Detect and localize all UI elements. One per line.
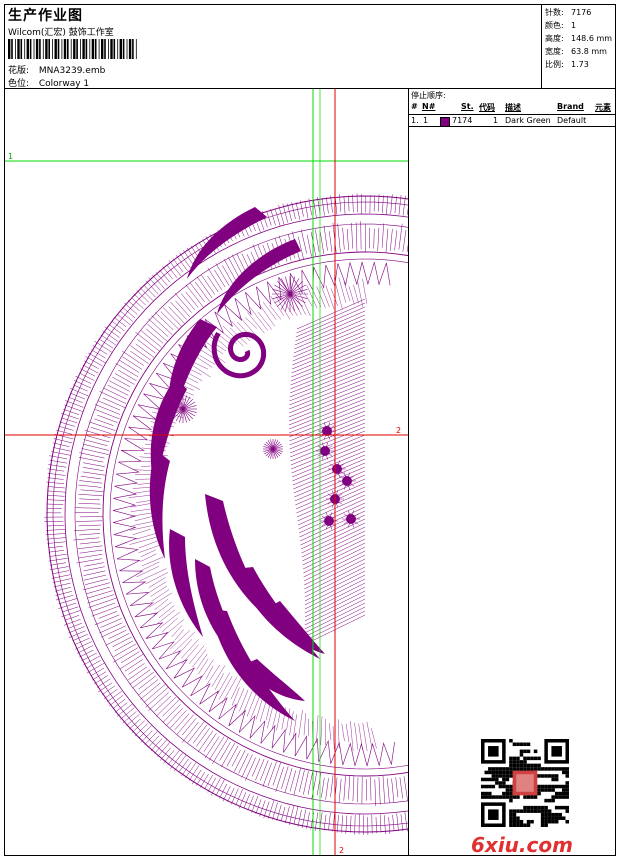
stat-stitches: 针数: 7176	[545, 7, 591, 18]
col-element: 元素	[595, 103, 611, 112]
qr-code	[481, 739, 569, 827]
row-brand: Default	[557, 116, 587, 125]
stat-value: 1.73	[571, 60, 589, 69]
col-index: #	[411, 102, 418, 111]
stat-value: 148.6 mm	[571, 34, 613, 43]
design-row: 花版: MNA3239.emb	[8, 63, 105, 76]
guide-label-h2: 2	[396, 426, 401, 435]
stat-width: 宽度: 63.8 mm	[545, 46, 607, 57]
stat-label: 针数:	[545, 8, 564, 17]
col-code: 代码	[479, 103, 495, 112]
design-label: 花版:	[8, 66, 30, 76]
design-value: MNA3239.emb	[38, 66, 106, 76]
colorway-value: Colorway 1	[38, 79, 90, 89]
colorway-label: 色位:	[8, 79, 30, 89]
col-description: 描述	[505, 103, 521, 112]
page-title: 生产作业图	[8, 8, 83, 24]
barcode	[8, 39, 137, 59]
row-description: Dark Green	[505, 116, 551, 125]
stat-label: 宽度:	[545, 47, 564, 56]
stop-sequence-panel: 停止顺序: # N# St. 代码 描述 Brand 元素 1. 1 7174 …	[409, 89, 615, 857]
row-n: 1	[423, 116, 429, 125]
row-code: 1	[493, 116, 499, 125]
stat-value: 7176	[571, 8, 592, 17]
studio-name: Wilcom(汇宏) 鼓饰工作室	[8, 28, 114, 38]
colorway-row: 色位: Colorway 1	[8, 76, 89, 89]
thread-color-swatch	[440, 117, 450, 127]
row-stitches: 7174	[452, 116, 473, 125]
stat-label: 颜色:	[545, 21, 564, 30]
stat-value: 1	[571, 21, 577, 30]
guide-label-v2: 2	[339, 846, 344, 855]
stat-label: 高度:	[545, 34, 564, 43]
header-info: 生产作业图 Wilcom(汇宏) 鼓饰工作室 花版: MNA3239.emb 色…	[5, 5, 542, 89]
embroidery-canvas[interactable]: 1 2 2	[5, 89, 409, 855]
col-stitches: St.	[461, 102, 474, 111]
col-brand: Brand	[557, 102, 584, 111]
stat-value: 63.8 mm	[571, 47, 607, 56]
stat-height: 高度: 148.6 mm	[545, 33, 612, 44]
guide-label-h1: 1	[8, 152, 13, 161]
table-row[interactable]: 1. 1 7174 1 Dark Green Default	[409, 114, 615, 127]
row-index: 1.	[411, 116, 419, 125]
stats-panel: 针数: 7176 颜色: 1 高度: 148.6 mm 宽度: 63.8 mm 比例: 1…	[542, 5, 615, 89]
stat-label: 比例:	[545, 60, 564, 69]
col-n: N#	[422, 102, 436, 111]
watermark-logo: 6xiu.com	[471, 833, 573, 857]
production-worksheet: 生产作业图 Wilcom(汇宏) 鼓饰工作室 花版: MNA3239.emb 色…	[4, 4, 616, 857]
stat-scale: 比例: 1.73	[545, 59, 589, 70]
table-header: # N# St. 代码 描述 Brand 元素	[409, 100, 615, 114]
stat-colors: 颜色: 1	[545, 20, 576, 31]
embroidery-design: 1 2 2	[5, 89, 408, 855]
